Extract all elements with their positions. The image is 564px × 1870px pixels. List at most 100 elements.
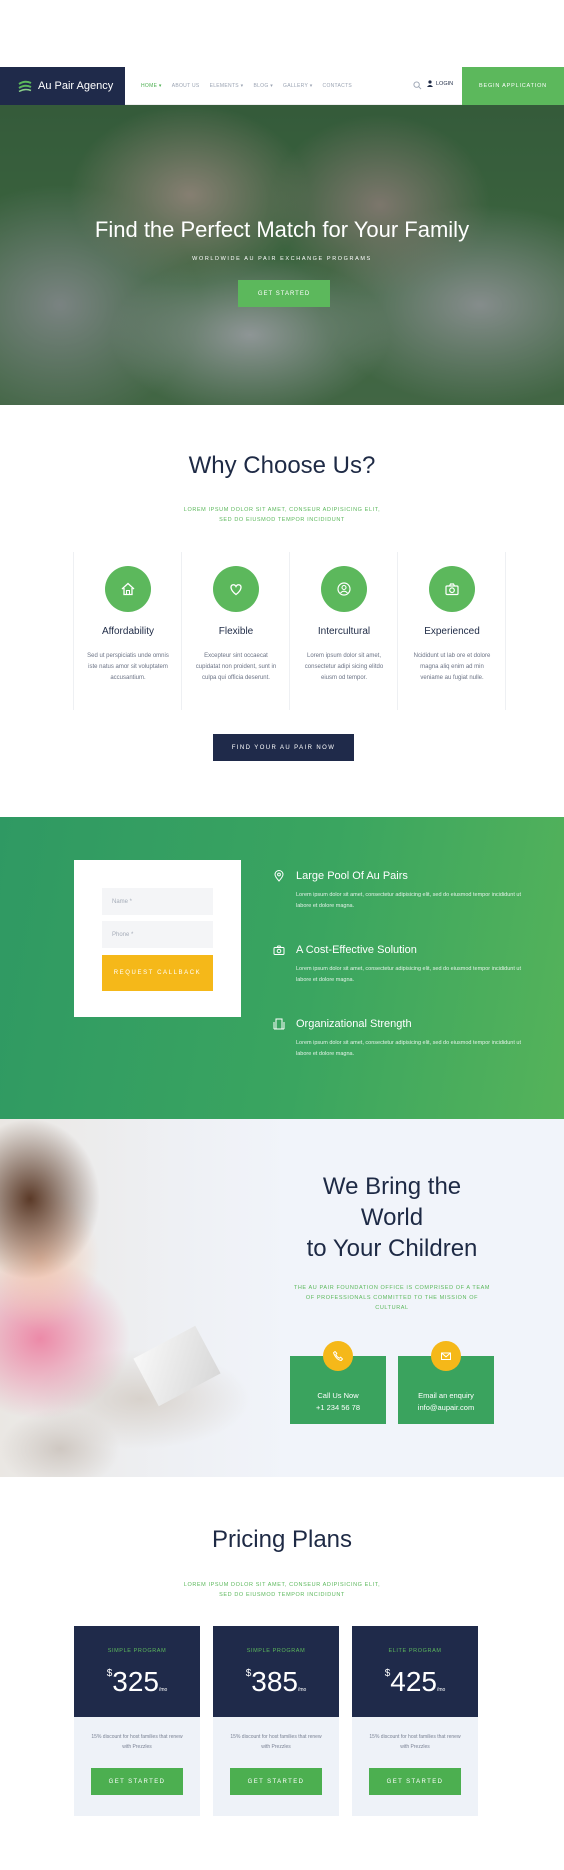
plan-description: 15% discount for host families that rene…: [230, 1734, 322, 1750]
get-started-button[interactable]: GET STARTED: [238, 280, 330, 307]
email-box[interactable]: Email an enquiry info@aupair.com: [398, 1341, 494, 1424]
plan-price: $425/mo: [352, 1666, 478, 1698]
feature-card-intercultural: Intercultural Lorem ipsum dolor sit amet…: [290, 552, 398, 710]
feature-text: Excepteur sint occaecat cupidatat non pr…: [195, 653, 277, 681]
logo-text: Au Pair Agency: [38, 80, 114, 92]
search-icon[interactable]: [413, 81, 422, 90]
call-us-box[interactable]: Call Us Now +1 234 56 78: [290, 1341, 386, 1424]
price-period: /mo: [158, 1687, 168, 1693]
hero-photo-overlay: [0, 105, 564, 405]
pricing-subtitle: LOREM IPSUM DOLOR SIT AMET, CONSEUR ADIP…: [183, 1582, 381, 1598]
name-field[interactable]: Name *: [102, 888, 213, 915]
why-title: Why Choose Us?: [188, 452, 376, 479]
callback-form: Name * Phone * REQUEST CALLBACK: [74, 860, 241, 1017]
title-line: We Bring the: [322, 1173, 462, 1200]
price-amount: 325: [112, 1666, 159, 1697]
feature-title: Affordability: [101, 626, 155, 637]
benefit-title: A Cost-Effective Solution: [296, 944, 417, 956]
main-nav: HOME ▾ ABOUT US ELEMENTS ▾ BLOG ▾ GALLER…: [141, 67, 352, 105]
plan-name: SIMPLE PROGRAM: [246, 1648, 306, 1654]
children-subtitle: THE AU PAIR FOUNDATION OFFICE IS COMPRIS…: [293, 1285, 491, 1311]
feature-icon-circle: [105, 566, 151, 612]
feature-title: Flexible: [218, 626, 254, 637]
feature-title: Experienced: [424, 626, 480, 637]
benefit-text: Lorem ipsum dolor sit amet, consectetur …: [296, 1040, 522, 1057]
why-subtitle: LOREM IPSUM DOLOR SIT AMET, CONSEUR ADIP…: [183, 507, 381, 523]
feature-text: Sed ut perspiciatis unde omnis iste natu…: [87, 653, 169, 681]
heart-icon: [230, 584, 242, 596]
user-icon: [427, 80, 433, 87]
children-title: We Bring the World to Your Children: [290, 1171, 494, 1264]
mail-icon: [441, 1352, 451, 1360]
find-au-pair-button[interactable]: FIND YOUR AU PAIR NOW: [213, 734, 354, 761]
login-label: LOGIN: [436, 80, 454, 87]
title-line: to Your Children: [306, 1235, 478, 1262]
plan-description: 15% discount for host families that rene…: [91, 1734, 183, 1750]
plan-name: SIMPLE PROGRAM: [107, 1648, 167, 1654]
hero-title: Find the Perfect Match for Your Family: [94, 217, 470, 242]
plan-description: 15% discount for host families that rene…: [369, 1734, 461, 1750]
nav-elements[interactable]: ELEMENTS ▾: [210, 83, 244, 89]
request-callback-button[interactable]: REQUEST CALLBACK: [102, 955, 213, 991]
price-period: /mo: [436, 1687, 446, 1693]
logo-mark-icon: [18, 80, 32, 92]
nav-blog[interactable]: BLOG ▾: [253, 83, 273, 89]
feature-icon-circle: [213, 566, 259, 612]
building-icon: [273, 1018, 285, 1030]
email-address: info@aupair.com: [417, 1403, 475, 1412]
nav-about[interactable]: ABOUT US: [172, 83, 200, 89]
logo[interactable]: Au Pair Agency: [0, 67, 125, 105]
email-label: Email an enquiry: [418, 1391, 474, 1400]
phone-icon: [332, 1350, 344, 1362]
call-us-label: Call Us Now: [317, 1391, 359, 1400]
login-link[interactable]: LOGIN: [427, 80, 453, 87]
nav-gallery[interactable]: GALLERY ▾: [283, 83, 313, 89]
feature-card-flexible: Flexible Excepteur sint occaecat cupidat…: [182, 552, 290, 710]
nav-home[interactable]: HOME ▾: [141, 83, 162, 89]
pricing-title: Pricing Plans: [211, 1526, 353, 1553]
feature-icon-circle: [429, 566, 475, 612]
home-icon: [121, 582, 135, 596]
camera-icon: [445, 583, 459, 596]
benefit-title: Organizational Strength: [296, 1018, 412, 1030]
plan-price: $325/mo: [74, 1666, 200, 1698]
nav-contacts[interactable]: CONTACTS: [323, 83, 353, 89]
site-header: Au Pair Agency HOME ▾ ABOUT US ELEMENTS …: [0, 67, 564, 105]
camera-icon: [273, 945, 285, 955]
price-period: /mo: [297, 1687, 307, 1693]
plan-get-started-button[interactable]: GET STARTED: [230, 1768, 322, 1795]
begin-application-button[interactable]: BEGIN APPLICATION: [462, 67, 564, 105]
plan-get-started-button[interactable]: GET STARTED: [91, 1768, 183, 1795]
call-us-text: Call Us Now +1 234 56 78: [290, 1390, 386, 1414]
price-currency: $: [106, 1668, 113, 1679]
benefit-title: Large Pool Of Au Pairs: [296, 870, 408, 882]
child-with-tablet-photo: [0, 1119, 290, 1477]
mail-icon-circle: [431, 1341, 461, 1371]
hero-subtitle: WORLDWIDE AU PAIR EXCHANGE PROGRAMS: [192, 256, 372, 262]
feature-title: Intercultural: [317, 626, 371, 637]
callback-section: Name * Phone * REQUEST CALLBACK Large Po…: [0, 817, 564, 1119]
pricing-card: SIMPLE PROGRAM $325/mo 15% discount for …: [74, 1626, 200, 1816]
phone-field[interactable]: Phone *: [102, 921, 213, 948]
benefit-text: Lorem ipsum dolor sit amet, consectetur …: [296, 966, 522, 983]
price-currency: $: [245, 1668, 252, 1679]
phone-number: +1 234 56 78: [315, 1403, 360, 1412]
pricing-card: SIMPLE PROGRAM $385/mo 15% discount for …: [213, 1626, 339, 1816]
email-text: Email an enquiry info@aupair.com: [398, 1390, 494, 1414]
benefit-text: Lorem ipsum dolor sit amet, consectetur …: [296, 892, 522, 909]
feature-card-experienced: Experienced Ncididunt ut lab ore et dolo…: [398, 552, 506, 710]
feature-icon-circle: [321, 566, 367, 612]
user-icon: [337, 582, 351, 596]
price-amount: 385: [251, 1666, 298, 1697]
plan-name: ELITE PROGRAM: [388, 1648, 442, 1654]
phone-icon-circle: [323, 1341, 353, 1371]
price-currency: $: [384, 1668, 391, 1679]
plan-get-started-button[interactable]: GET STARTED: [369, 1768, 461, 1795]
page: Au Pair Agency HOME ▾ ABOUT US ELEMENTS …: [0, 0, 564, 1870]
pricing-card: ELITE PROGRAM $425/mo 15% discount for h…: [352, 1626, 478, 1816]
children-section: We Bring the World to Your Children THE …: [0, 1119, 564, 1477]
hero-banner: Find the Perfect Match for Your Family W…: [0, 105, 564, 405]
title-line: World: [360, 1204, 424, 1231]
divider: [505, 552, 506, 710]
price-amount: 425: [390, 1666, 437, 1697]
